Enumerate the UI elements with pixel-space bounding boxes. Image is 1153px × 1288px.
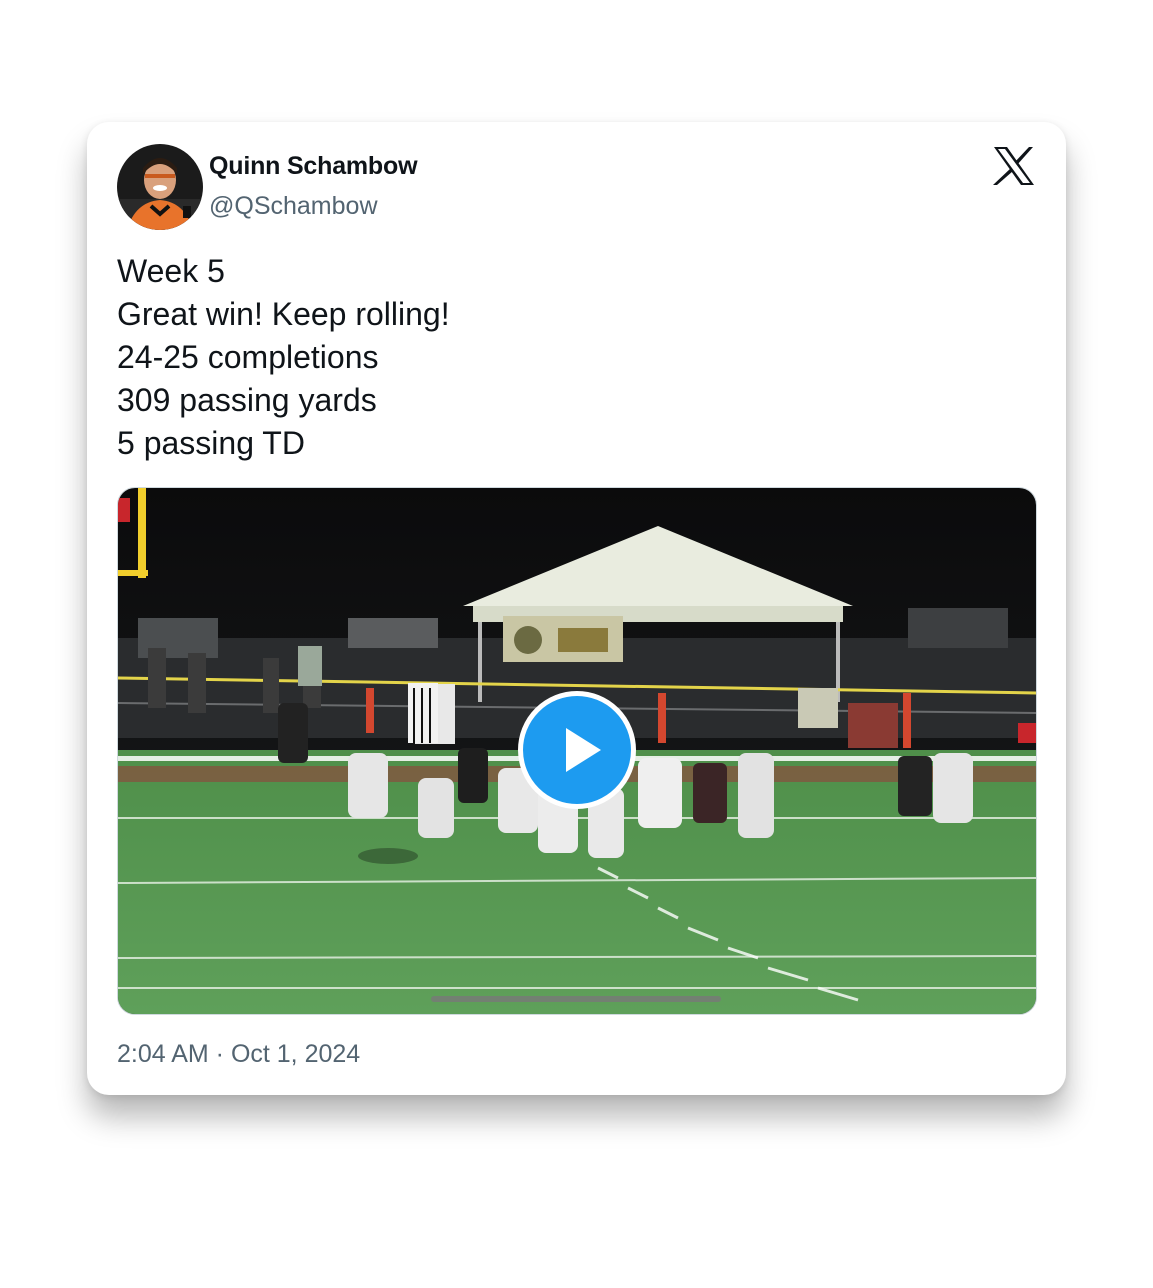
author-name[interactable]: Quinn Schambow bbox=[209, 152, 418, 181]
author-avatar[interactable] bbox=[117, 144, 203, 230]
tweet-line: 24-25 completions bbox=[117, 339, 379, 375]
tweet-timestamp[interactable]: 2:04 AM · Oct 1, 2024 bbox=[117, 1040, 360, 1069]
play-icon bbox=[566, 728, 601, 772]
tweet-text: Week 5 Great win! Keep rolling! 24-25 co… bbox=[117, 250, 1017, 465]
tweet-line: Great win! Keep rolling! bbox=[117, 296, 450, 332]
tweet-line: 5 passing TD bbox=[117, 425, 305, 461]
tweet-line: 309 passing yards bbox=[117, 382, 377, 418]
tweet-card: Quinn Schambow @QSchambow Week 5 Great w… bbox=[87, 122, 1066, 1095]
x-logo-icon[interactable] bbox=[992, 146, 1036, 186]
video-player[interactable] bbox=[117, 487, 1037, 1015]
video-progress-bar[interactable] bbox=[431, 996, 721, 1002]
play-button[interactable] bbox=[518, 691, 636, 809]
tweet-line: Week 5 bbox=[117, 253, 225, 289]
author-handle[interactable]: @QSchambow bbox=[209, 192, 378, 221]
